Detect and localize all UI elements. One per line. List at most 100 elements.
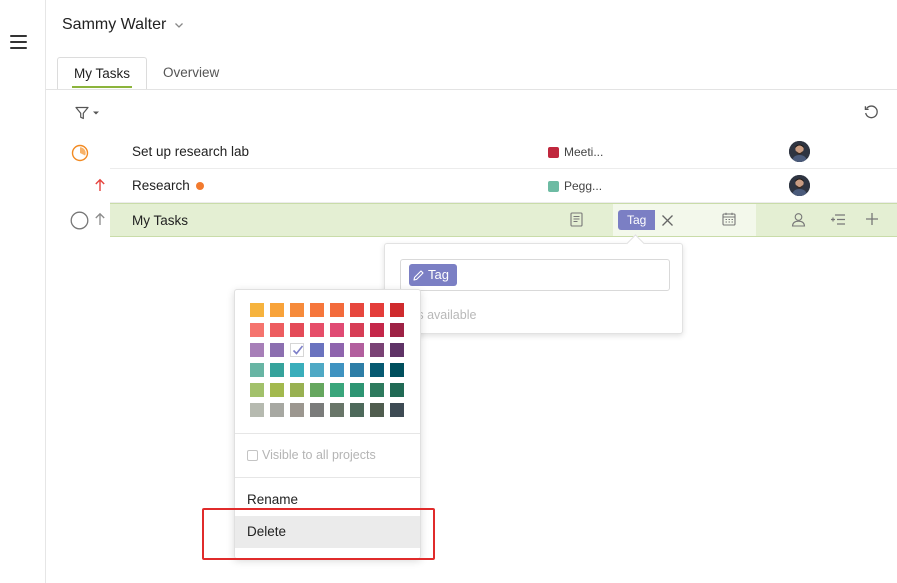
person-avatar-icon [789,175,810,196]
color-swatch[interactable] [250,323,264,337]
add-icon[interactable] [865,212,879,226]
color-swatch[interactable] [370,343,384,357]
menu-divider [235,433,420,434]
color-swatch[interactable] [370,303,384,317]
chevron-down-icon [175,23,184,28]
filter-button[interactable] [75,106,100,120]
color-swatch[interactable] [290,323,304,337]
color-swatch[interactable] [390,303,404,317]
color-swatch[interactable] [310,383,324,397]
color-swatch[interactable] [350,403,364,417]
color-swatch[interactable] [330,323,344,337]
priority-arrow-icon[interactable] [94,212,106,226]
color-swatch[interactable] [330,403,344,417]
project-name: Sammy Walter [62,16,167,33]
color-swatch[interactable] [390,403,404,417]
tab-overview[interactable]: Overview [147,57,235,90]
color-swatch[interactable] [390,383,404,397]
color-swatch[interactable] [250,303,264,317]
tag-color-swatch [548,146,559,158]
color-palette [250,303,404,417]
rename-menu-item[interactable]: Rename [235,484,420,516]
menu-divider [235,477,420,478]
color-swatch[interactable] [370,383,384,397]
close-icon[interactable] [661,214,674,227]
in-progress-status-icon[interactable] [71,144,89,162]
tab-bar: My Tasks Overview [57,57,235,90]
assignee-avatar[interactable] [789,141,810,162]
color-swatch[interactable] [350,343,364,357]
refresh-button[interactable] [863,104,880,126]
task-row[interactable]: Research Pegg... [110,169,897,203]
color-swatch[interactable] [310,323,324,337]
checkmark-icon [292,345,304,355]
filter-icon [75,106,89,120]
color-swatch[interactable] [370,363,384,377]
tag-pill[interactable]: Tag [618,210,656,230]
refresh-icon [864,105,878,119]
notes-icon[interactable] [570,212,583,227]
color-swatch[interactable] [290,403,304,417]
hamburger-menu-icon[interactable] [10,35,27,49]
tag-options-menu: Visible to all projects Rename Delete [234,289,421,559]
tag-picker-dropdown: Tag tags available [384,243,683,334]
pencil-icon[interactable] [412,269,425,282]
color-swatch[interactable] [290,383,304,397]
color-swatch[interactable] [390,343,404,357]
color-swatch[interactable] [350,303,364,317]
color-swatch[interactable] [270,363,284,377]
color-swatch[interactable] [370,403,384,417]
color-swatch[interactable] [270,303,284,317]
color-swatch[interactable] [250,383,264,397]
delete-menu-item[interactable]: Delete [235,516,420,548]
color-swatch[interactable] [250,403,264,417]
color-swatch[interactable] [350,383,364,397]
person-avatar-icon [789,141,810,162]
color-swatch[interactable] [250,363,264,377]
selected-tag-pill[interactable]: Tag [409,264,457,286]
task-row[interactable]: Set up research lab Meeti... [110,135,897,169]
calendar-icon[interactable] [722,212,736,226]
caret-down-icon [93,111,99,115]
color-swatch[interactable] [350,323,364,337]
assignee-avatar[interactable] [789,175,810,196]
color-swatch[interactable] [310,403,324,417]
visible-checkbox[interactable] [247,449,258,461]
visible-all-projects-option[interactable]: Visible to all projects [247,448,376,462]
color-swatch-selected[interactable] [290,343,304,357]
color-swatch[interactable] [310,363,324,377]
task-title[interactable]: My Tasks [132,213,188,228]
subtasks-icon[interactable] [830,212,846,227]
task-row-active[interactable]: My Tasks Tag [110,203,897,237]
project-selector[interactable]: Sammy Walter [62,16,184,34]
color-swatch[interactable] [390,323,404,337]
color-swatch[interactable] [290,363,304,377]
color-swatch[interactable] [330,343,344,357]
high-priority-arrow-icon [95,178,105,191]
color-swatch[interactable] [390,363,404,377]
color-swatch[interactable] [330,303,344,317]
task-tag[interactable]: Meeti... [548,145,603,159]
tab-my-tasks[interactable]: My Tasks [57,57,148,90]
color-swatch[interactable] [250,343,264,357]
task-tag[interactable]: Pegg... [548,179,602,193]
color-swatch[interactable] [350,363,364,377]
color-swatch[interactable] [290,303,304,317]
color-swatch[interactable] [330,383,344,397]
color-swatch[interactable] [310,343,324,357]
color-swatch[interactable] [270,343,284,357]
color-swatch[interactable] [370,323,384,337]
task-checkbox-circle-icon[interactable] [70,211,89,230]
task-title[interactable]: Research [132,178,204,193]
color-swatch[interactable] [270,323,284,337]
color-swatch[interactable] [270,383,284,397]
tag-search-input[interactable]: Tag [400,259,670,291]
left-rail [0,0,46,583]
task-title[interactable]: Set up research lab [132,144,249,159]
tag-color-swatch [548,180,559,192]
color-swatch[interactable] [330,363,344,377]
tabs-divider [46,89,897,90]
assignee-icon[interactable] [791,212,806,227]
color-swatch[interactable] [310,303,324,317]
color-swatch[interactable] [270,403,284,417]
